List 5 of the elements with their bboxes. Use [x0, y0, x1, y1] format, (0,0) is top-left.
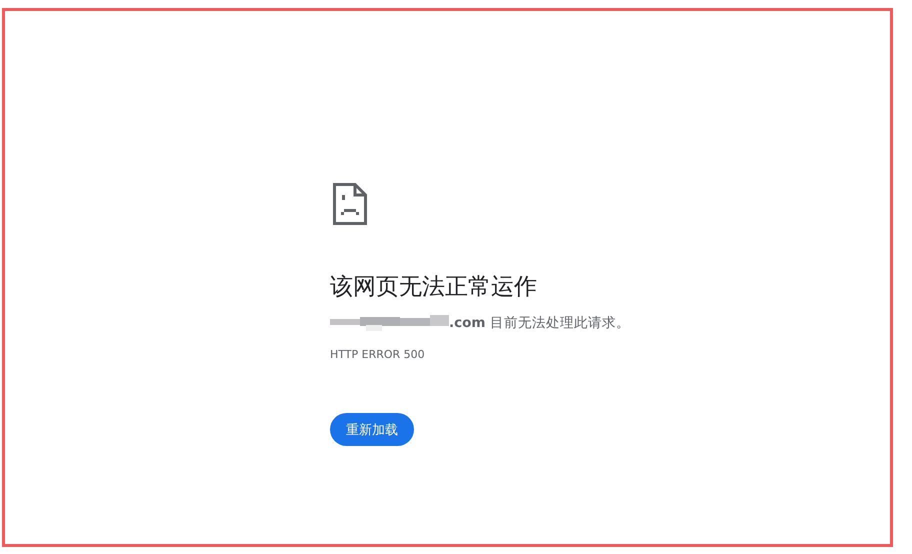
error-code: HTTP ERROR 500 [330, 348, 426, 361]
sad-page-icon [333, 183, 367, 225]
error-message: .com 目前无法处理此请求。 [449, 314, 630, 332]
error-title: 该网页无法正常运作 [330, 273, 538, 302]
reload-button[interactable]: 重新加载 [330, 413, 414, 446]
